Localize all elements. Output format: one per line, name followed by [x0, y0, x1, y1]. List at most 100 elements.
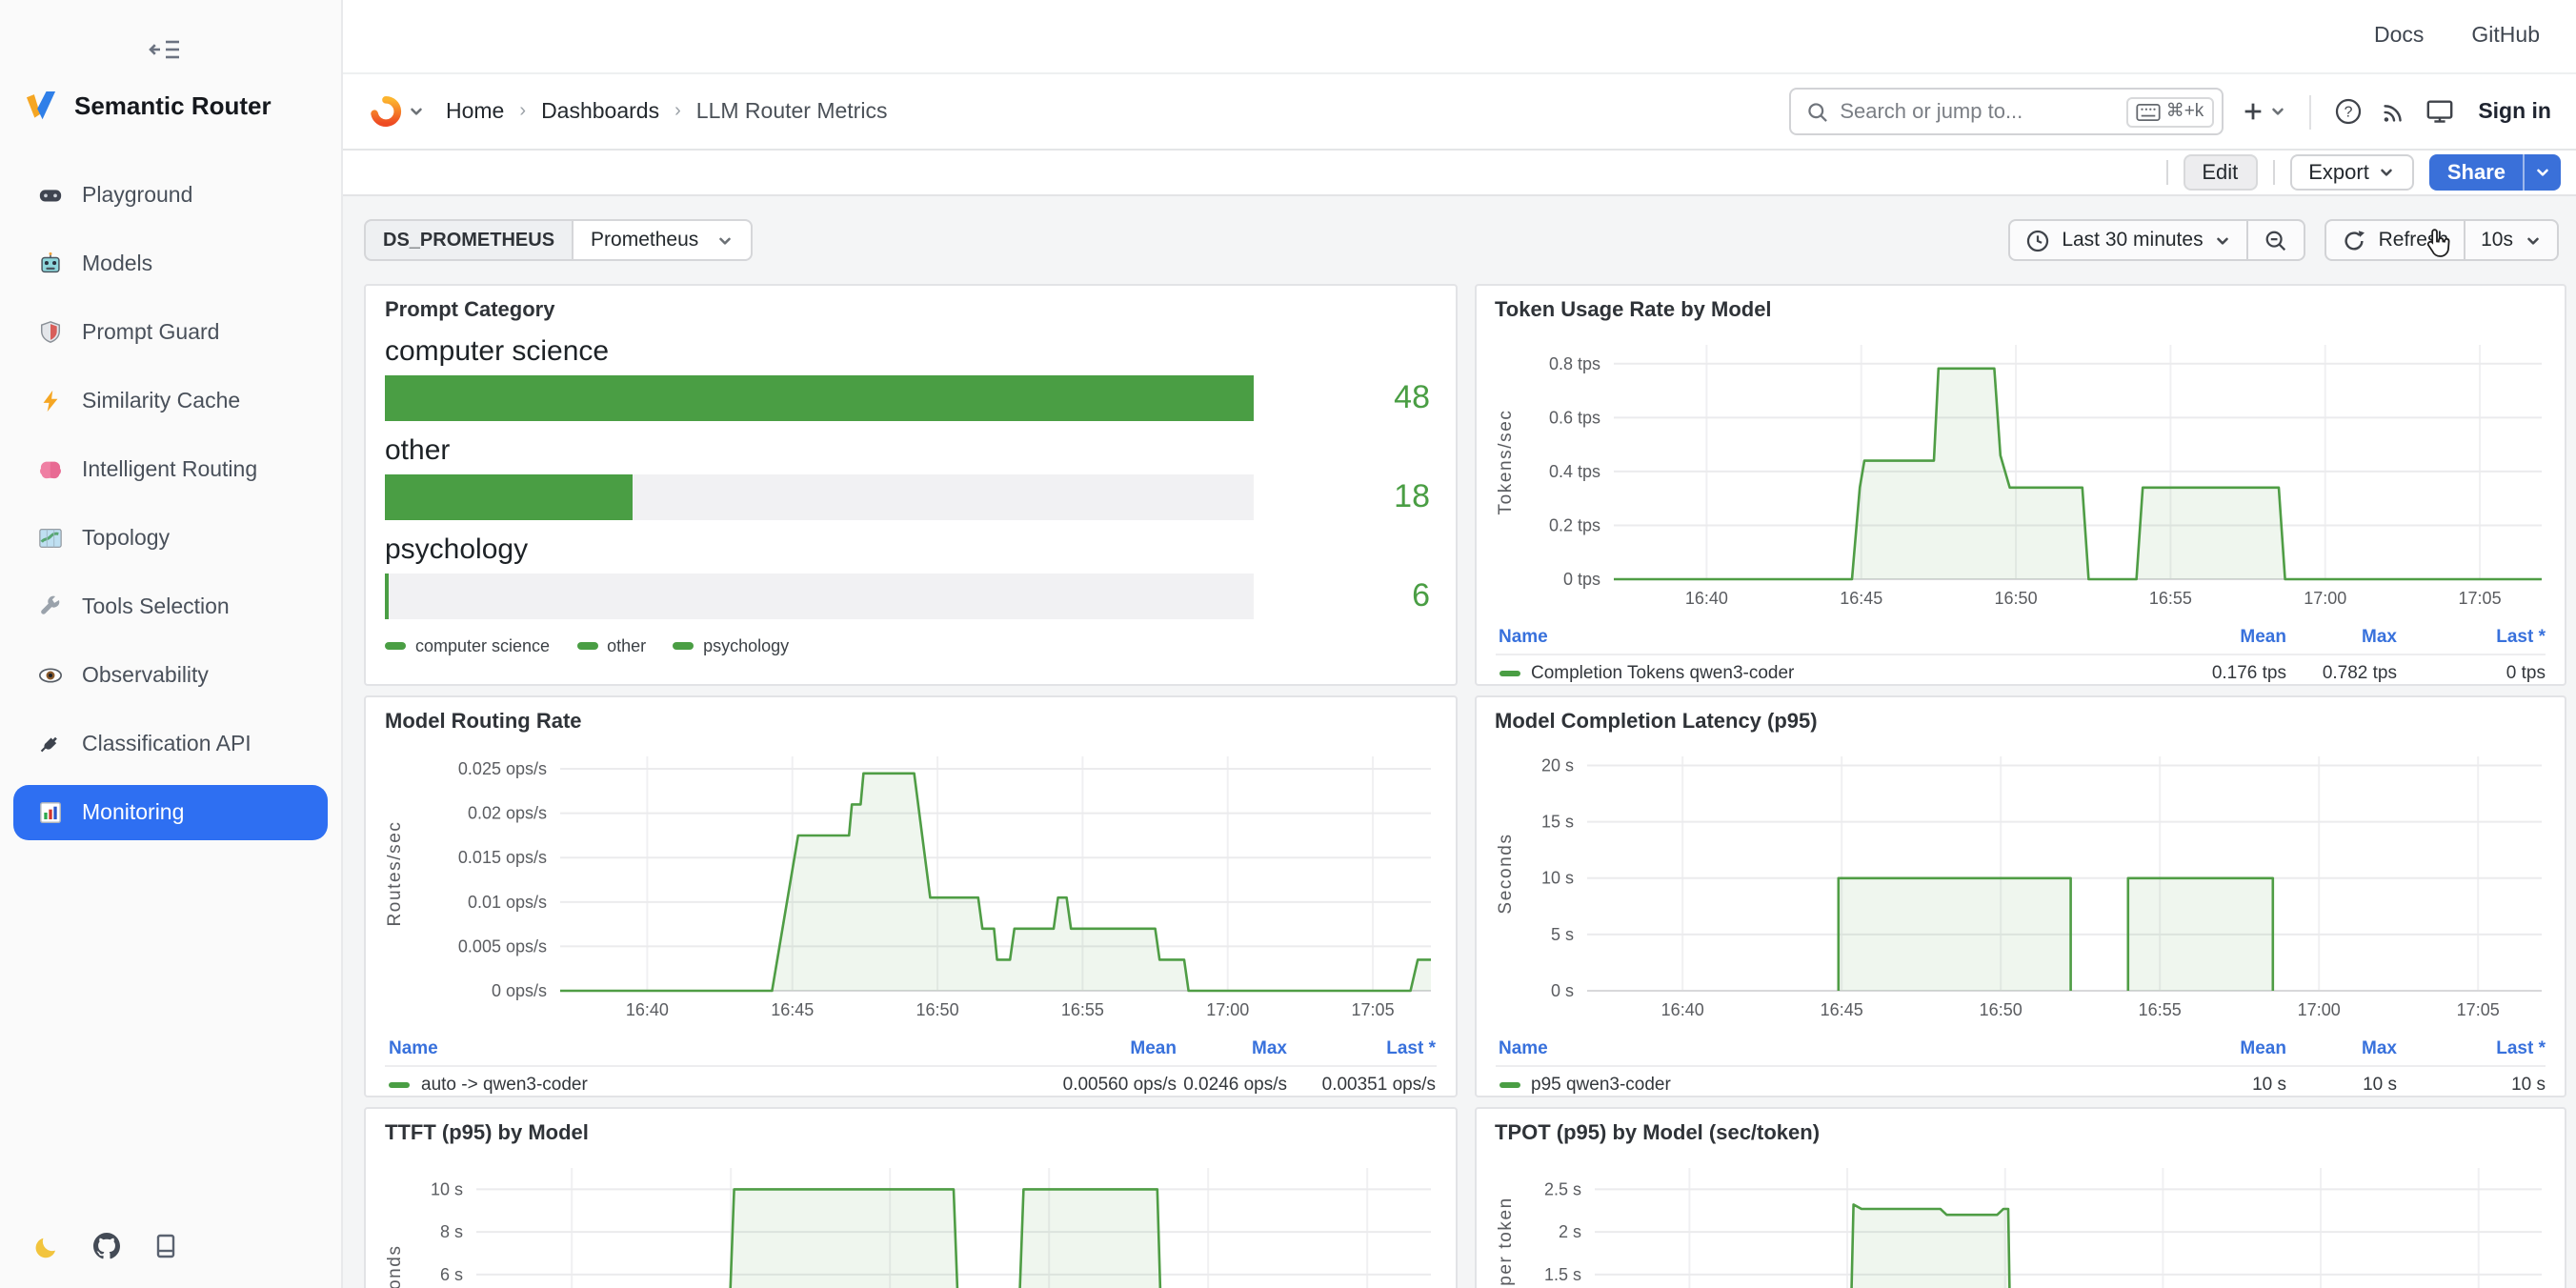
eye-icon	[38, 663, 63, 688]
breadcrumb-item-home[interactable]: Home	[446, 100, 504, 123]
svg-text:Tokens/sec: Tokens/sec	[1495, 409, 1515, 514]
map-icon	[38, 526, 63, 551]
keyboard-icon	[2136, 102, 2161, 121]
sidebar-item-intelligent-routing[interactable]: Intelligent Routing	[13, 442, 328, 497]
timeseries-chart: 0 ops/s0.005 ops/s0.01 ops/s0.015 ops/s0…	[385, 741, 1437, 1027]
share-menu-button[interactable]	[2523, 154, 2561, 191]
svg-text:17:05: 17:05	[2458, 589, 2501, 608]
time-controls: Last 30 minutes	[2008, 219, 2559, 261]
bar-legend: computer science other psychology	[385, 636, 1436, 655]
sidebar-collapse-button[interactable]	[149, 36, 181, 63]
legend-header-name[interactable]: Name	[1499, 627, 2119, 648]
legend-table: NameMeanMaxLast * Completion Tokens qwen3…	[1495, 627, 2546, 684]
dashboard-area: DS_PROMETHEUS Prometheus	[343, 196, 2576, 1288]
sidebar: Semantic Router Playground Models Prompt G…	[0, 0, 343, 1288]
datasource-picker: DS_PROMETHEUS Prometheus	[364, 219, 752, 261]
time-range-button[interactable]: Last 30 minutes	[2010, 221, 2246, 259]
sidebar-item-monitoring[interactable]: Monitoring	[13, 785, 328, 840]
sidebar-item-classification-api[interactable]: Classification API	[13, 716, 328, 772]
legend-header-last[interactable]: Last *	[1287, 1038, 1436, 1059]
legend-item[interactable]: computer science	[385, 636, 550, 655]
svg-text:16:50: 16:50	[1994, 589, 2037, 608]
series-color-swatch	[1499, 671, 1519, 677]
legend-row[interactable]: p95 qwen3-coder10 s10 s10 s	[1495, 1065, 2546, 1096]
sidebar-item-playground[interactable]: Playground	[13, 168, 328, 223]
sidebar-item-label: Monitoring	[82, 801, 184, 824]
series-label: auto -> qwen3-coder	[421, 1075, 588, 1096]
github-button[interactable]	[93, 1233, 120, 1259]
semantic-router-logo-icon	[23, 88, 59, 124]
sidebar-item-observability[interactable]: Observability	[13, 648, 328, 703]
moon-button[interactable]	[34, 1233, 61, 1259]
chevron-down-icon	[2525, 231, 2542, 249]
edit-button[interactable]: Edit	[2183, 154, 2257, 191]
clock-icon	[2025, 228, 2050, 252]
series-color-swatch	[576, 643, 597, 650]
timeseries-chart: 0 s5 s10 s15 s20 s16:4016:4516:5016:5517…	[1495, 741, 2546, 1027]
display-button[interactable]	[2425, 97, 2453, 126]
sidebar-item-topology[interactable]: Topology	[13, 511, 328, 566]
svg-text:0.2 tps: 0.2 tps	[1548, 515, 1600, 534]
svg-text:0.015 ops/s: 0.015 ops/s	[458, 848, 547, 867]
divider	[2165, 160, 2167, 185]
breadcrumb-item-dashboards[interactable]: Dashboards	[541, 100, 659, 123]
legend-header-max[interactable]: Max	[2286, 1038, 2397, 1059]
svg-text:Seconds: Seconds	[385, 1244, 405, 1288]
legend-item[interactable]: psychology	[673, 636, 789, 655]
datasource-select[interactable]: Prometheus	[572, 219, 752, 261]
legend-header-mean[interactable]: Mean	[2119, 627, 2286, 648]
legend-header-name[interactable]: Name	[389, 1038, 1009, 1059]
chevron-down-icon	[715, 231, 733, 249]
help-button[interactable]: ?	[2333, 97, 2362, 126]
bar-track	[385, 474, 1254, 520]
sign-in-button[interactable]: Sign in	[2478, 100, 2551, 123]
svg-text:Routes/sec: Routes/sec	[385, 820, 405, 926]
legend-header-last[interactable]: Last *	[2397, 627, 2546, 648]
sidebar-item-prompt-guard[interactable]: Prompt Guard	[13, 305, 328, 360]
sidebar-item-label: Classification API	[82, 733, 252, 755]
sidebar-item-label: Prompt Guard	[82, 321, 219, 344]
svg-text:17:05: 17:05	[1352, 1000, 1395, 1019]
refresh-group: Refresh 10s	[2325, 219, 2559, 261]
export-button[interactable]: Export	[2289, 154, 2415, 191]
search-input[interactable]: Search or jump to... ⌘+k	[1788, 88, 2223, 135]
topbar-link-docs[interactable]: Docs	[2374, 25, 2424, 48]
legend-item[interactable]: other	[576, 636, 646, 655]
legend-row[interactable]: auto -> qwen3-coder0.00560 ops/s0.0246 o…	[385, 1065, 1436, 1096]
legend-header-max[interactable]: Max	[2286, 627, 2397, 648]
series-color-swatch	[1499, 1082, 1519, 1089]
legend-header-last[interactable]: Last *	[2397, 1038, 2546, 1059]
panel-ttft-p95-by-model: TTFT (p95) by Model0 s2 s4 s6 s8 s10 s16…	[364, 1107, 1457, 1288]
svg-text:16:55: 16:55	[1061, 1000, 1104, 1019]
svg-text:0.02 ops/s: 0.02 ops/s	[468, 804, 547, 823]
book-button[interactable]	[152, 1233, 179, 1259]
legend-row[interactable]: Completion Tokens qwen3-coder0.176 tps0.…	[1495, 654, 2546, 684]
brand[interactable]: Semantic Router	[23, 88, 341, 124]
series-mean: 10 s	[2119, 1075, 2286, 1096]
zoom-out-button[interactable]	[2247, 221, 2304, 259]
share-button[interactable]: Share	[2430, 154, 2523, 191]
sidebar-item-similarity-cache[interactable]: Similarity Cache	[13, 373, 328, 429]
breadcrumb: Home›Dashboards›LLM Router Metrics	[446, 100, 887, 123]
svg-text:10 s: 10 s	[431, 1179, 463, 1198]
grafana-logo-button[interactable]	[370, 95, 425, 128]
sidebar-item-tools-selection[interactable]: Tools Selection	[13, 579, 328, 634]
topbar-link-github[interactable]: GitHub	[2471, 25, 2540, 48]
search-icon	[1805, 100, 1828, 123]
svg-text:10 s: 10 s	[1540, 869, 1573, 888]
legend-header-name[interactable]: Name	[1499, 1038, 2119, 1059]
svg-text:0.025 ops/s: 0.025 ops/s	[458, 759, 547, 778]
legend-header-max[interactable]: Max	[1177, 1038, 1287, 1059]
news-button[interactable]	[2379, 97, 2407, 126]
add-new-button[interactable]	[2240, 99, 2285, 124]
sidebar-item-models[interactable]: Models	[13, 236, 328, 292]
svg-text:?: ?	[2344, 105, 2352, 121]
legend-header-mean[interactable]: Mean	[2119, 1038, 2286, 1059]
refresh-interval-select[interactable]: 10s	[2464, 221, 2557, 259]
refresh-button[interactable]: Refresh	[2327, 221, 2465, 259]
bar-value: 48	[1254, 379, 1436, 417]
legend-header-mean[interactable]: Mean	[1009, 1038, 1177, 1059]
sidebar-item-label: Topology	[82, 527, 170, 550]
breadcrumb-separator-icon: ›	[519, 101, 526, 122]
share-button-group: Share	[2430, 154, 2561, 191]
